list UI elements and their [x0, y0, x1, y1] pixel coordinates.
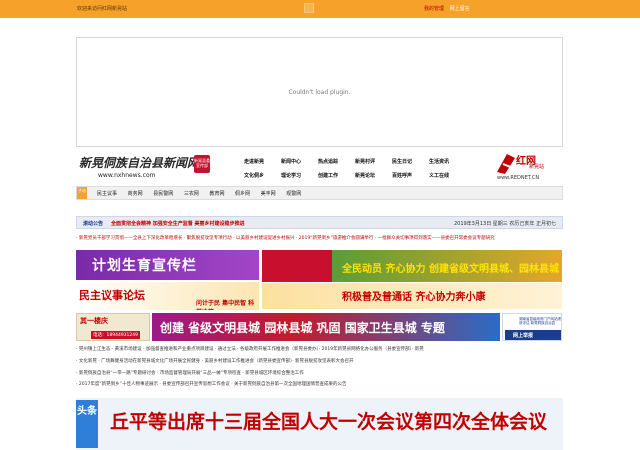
- scrolling-news[interactable]: · 新晃党员干部学习贯彻——全县上下深化改革稳增长 · 聚焦脱贫攻坚专项行动 ·…: [76, 235, 563, 245]
- nav-item[interactable]: 生活资讯: [429, 158, 466, 165]
- online-report-caption: 湖南省县级政府门户网站绩效评估 新晃侗族自治县: [519, 317, 561, 325]
- news-link-line[interactable]: · 文化新晃 · 广场舞健身活动在新晃县城文化广场开展全民健身 · 美丽乡村建设…: [76, 358, 563, 367]
- channel-link[interactable]: 观警网: [286, 191, 301, 197]
- civilization-banner[interactable]: 全民动员 齐心协力 创建省级文明县城、园林县城: [262, 250, 562, 282]
- nav-item[interactable]: 新晃论坛: [355, 172, 392, 179]
- channel-link[interactable]: 侗乡网: [235, 191, 250, 197]
- ad-title: 其一楼庆: [80, 317, 108, 325]
- nav-row-2: 文化侗乡 理论学习 创建工作 新晃论坛 百姓呼声 义工在线: [244, 168, 469, 182]
- nav-row-1: 走进新晃 新闻中心 热点追踪 新晃村评 民生日记 生活资讯: [244, 154, 469, 168]
- channel-link[interactable]: 商务网: [128, 191, 143, 197]
- nav-item[interactable]: 民生日记: [392, 158, 429, 165]
- family-planning-banner[interactable]: 计划生育宣传栏: [76, 250, 259, 280]
- seal-icon: 新晃县委宣传部: [194, 155, 210, 173]
- civilization-banner-text: 全民动员 齐心协力 创建省级文明县城、园林县城: [342, 264, 559, 275]
- notice-text[interactable]: 全面贯彻全会精神 加强安全生产监督 美丽乡村建设稳步推进: [111, 220, 245, 227]
- news-link-line[interactable]: · 晃州镇上江生态 · 黄溪市场建设 · 加强督查推进和产业重点项目建设 · 通…: [76, 346, 563, 355]
- online-report-button: 网上举报: [505, 330, 561, 340]
- democracy-forum-banner[interactable]: 民主议事论坛 问计于民 集中民智 科学决策: [76, 282, 259, 310]
- plugin-placeholder: Couldn't load plugin.: [76, 37, 563, 147]
- democracy-forum-title: 民主议事论坛: [79, 289, 145, 302]
- channel-items: 民主议事 商务网 县民警网 三农网 教育网 侗乡网 美丰网 观警网: [97, 190, 310, 197]
- news-link-line[interactable]: · 新晃侗族自治县“一带一路”专题研讨会 · 市场监督管理局开展“三品一械”专项…: [76, 370, 563, 379]
- site-url: www.nxhnews.com: [98, 172, 156, 179]
- nav-item[interactable]: 创建工作: [318, 172, 355, 179]
- nav-item[interactable]: 百姓呼声: [392, 172, 429, 179]
- channel-link[interactable]: 教育网: [209, 191, 224, 197]
- channel-link[interactable]: 县民警网: [153, 191, 173, 197]
- nav-item[interactable]: 新闻中心: [281, 158, 318, 165]
- site-logo[interactable]: 新晃侗族自治县新闻网: [79, 154, 199, 171]
- help-link[interactable]: 网上留言: [450, 6, 470, 12]
- top-bar-links: 我的管理 网上留言: [424, 5, 474, 12]
- channel-link[interactable]: 民主议事: [97, 191, 117, 197]
- notice-label: 滚动公告: [83, 221, 104, 227]
- plugin-error-message: Couldn't load plugin.: [288, 89, 351, 96]
- rednet-sub: 新晃站: [529, 164, 545, 170]
- notice-bar: 滚动公告 全面贯彻全会精神 加强安全生产监督 美丽乡村建设稳步推进 2019年3…: [76, 216, 563, 229]
- nav-item[interactable]: 义工在线: [429, 172, 466, 179]
- channel-link[interactable]: 美丰网: [261, 191, 276, 197]
- democracy-forum-slogan: 问计于民 集中民智 科学决策: [196, 300, 255, 310]
- channel-link[interactable]: 三农网: [184, 191, 199, 197]
- nav-item[interactable]: 走进新晃: [244, 158, 281, 165]
- nav-item[interactable]: 文化侗乡: [244, 172, 281, 179]
- ad-banner[interactable]: 其一楼庆 电话：18944931249: [76, 313, 150, 341]
- welcome-text: 欢迎来访问红网新晃站: [77, 6, 128, 12]
- news-link-line[interactable]: · 2017年度“新晃侗乡”十佳人物事迹展示 · 县委宣传部召开宣传思想工作会议…: [76, 381, 563, 390]
- nav-item[interactable]: 热点追踪: [318, 158, 355, 165]
- rednet-logo[interactable]: 红网 新晃站 www.REDNET.CN: [493, 150, 559, 182]
- headline-banner[interactable]: 头条 丘平等出席十三届全国人大一次会议第四次全体会议: [76, 398, 563, 450]
- civilized-county-banner[interactable]: 创建 省级文明县城 园林县城 巩固 国家卫生县城 专题: [152, 313, 500, 341]
- online-report-banner[interactable]: 湖南省县级政府门户网站绩效评估 新晃侗族自治县 网上举报: [502, 313, 562, 341]
- current-date: 2019年3月13日 星期三 农历己亥年 正月初七: [453, 221, 556, 227]
- top-bar: 欢迎来访问红网新晃站 我的管理 网上留言: [0, 0, 640, 18]
- flag-icon: [262, 250, 332, 282]
- ad-phone: 电话：18944931249: [91, 331, 140, 339]
- channel-tag: 子站: [77, 187, 87, 199]
- main-nav: 走进新晃 新闻中心 热点追踪 新晃村评 民生日记 生活资讯 文化侗乡 理论学习 …: [244, 154, 469, 182]
- nav-item[interactable]: 新晃村评: [355, 158, 392, 165]
- top-bar-icon: [304, 3, 314, 13]
- login-link[interactable]: 我的管理: [424, 6, 444, 12]
- rednet-url: www.REDNET.CN: [497, 175, 540, 181]
- headline-text[interactable]: 丘平等出席十三届全国人大一次会议第四次全体会议: [110, 407, 547, 434]
- nav-item[interactable]: 理论学习: [281, 172, 318, 179]
- channel-bar: 子站 民主议事 商务网 县民警网 三农网 教育网 侗乡网 美丰网 观警网: [76, 186, 563, 200]
- mandarin-banner[interactable]: 积极普及普通话 齐心协力奔小康: [262, 283, 562, 309]
- headline-tag: 头条: [76, 400, 98, 448]
